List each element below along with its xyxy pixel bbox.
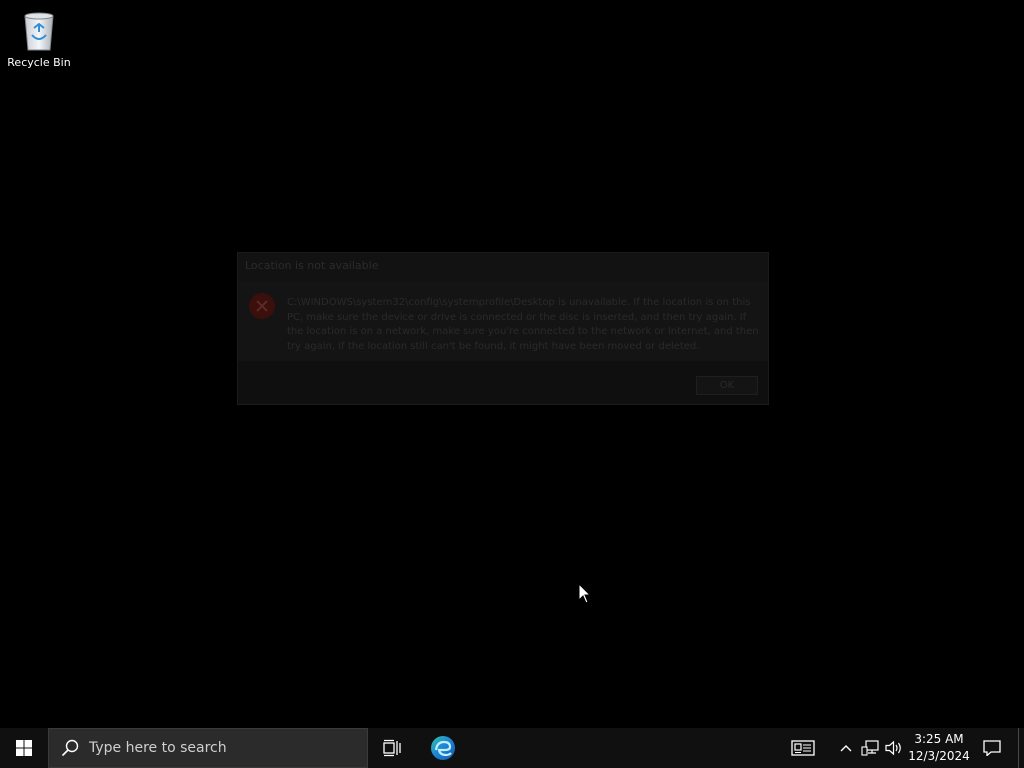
taskbar: Type here to search 3:25 AM 12/3/2024 bbox=[0, 728, 1024, 768]
show-desktop-button[interactable] bbox=[1018, 728, 1024, 768]
notification-icon bbox=[983, 740, 1001, 756]
volume-icon bbox=[885, 740, 901, 756]
error-dialog: Location is not available C:\WINDOWS\sys… bbox=[237, 252, 769, 405]
start-button[interactable] bbox=[0, 728, 48, 768]
mouse-cursor-icon bbox=[578, 583, 592, 604]
news-icon bbox=[791, 740, 815, 756]
volume-button[interactable] bbox=[882, 728, 906, 768]
chevron-up-icon bbox=[840, 745, 852, 752]
desktop-icon-label: Recycle Bin bbox=[7, 56, 71, 69]
edge-button[interactable] bbox=[422, 728, 464, 768]
notification-center-button[interactable] bbox=[976, 728, 1008, 768]
network-button[interactable] bbox=[858, 728, 882, 768]
news-button[interactable] bbox=[784, 728, 822, 768]
dialog-title: Location is not available bbox=[245, 259, 379, 272]
dialog-footer: OK bbox=[238, 361, 768, 404]
clock-time: 3:25 AM bbox=[914, 732, 964, 746]
edge-icon bbox=[431, 736, 455, 760]
search-icon bbox=[61, 739, 79, 757]
ok-button[interactable]: OK bbox=[696, 376, 758, 395]
dialog-message: C:\WINDOWS\system32\config\systemprofile… bbox=[287, 297, 759, 352]
search-input[interactable]: Type here to search bbox=[48, 728, 368, 768]
dialog-body: C:\WINDOWS\system32\config\systemprofile… bbox=[238, 281, 768, 361]
search-placeholder: Type here to search bbox=[89, 740, 227, 756]
clock-date: 12/3/2024 bbox=[908, 749, 970, 763]
windows-logo-icon bbox=[16, 740, 32, 756]
network-icon bbox=[861, 740, 879, 756]
desktop-icon-recycle-bin[interactable]: Recycle Bin bbox=[4, 6, 74, 76]
error-icon bbox=[249, 293, 275, 319]
task-view-icon bbox=[383, 739, 401, 757]
task-view-button[interactable] bbox=[372, 728, 412, 768]
system-clock[interactable]: 3:25 AM 12/3/2024 bbox=[908, 728, 970, 768]
desktop: Recycle Bin Location is not available C:… bbox=[0, 0, 1024, 728]
recycle-bin-icon bbox=[24, 12, 54, 51]
show-hidden-icons-button[interactable] bbox=[836, 728, 856, 768]
